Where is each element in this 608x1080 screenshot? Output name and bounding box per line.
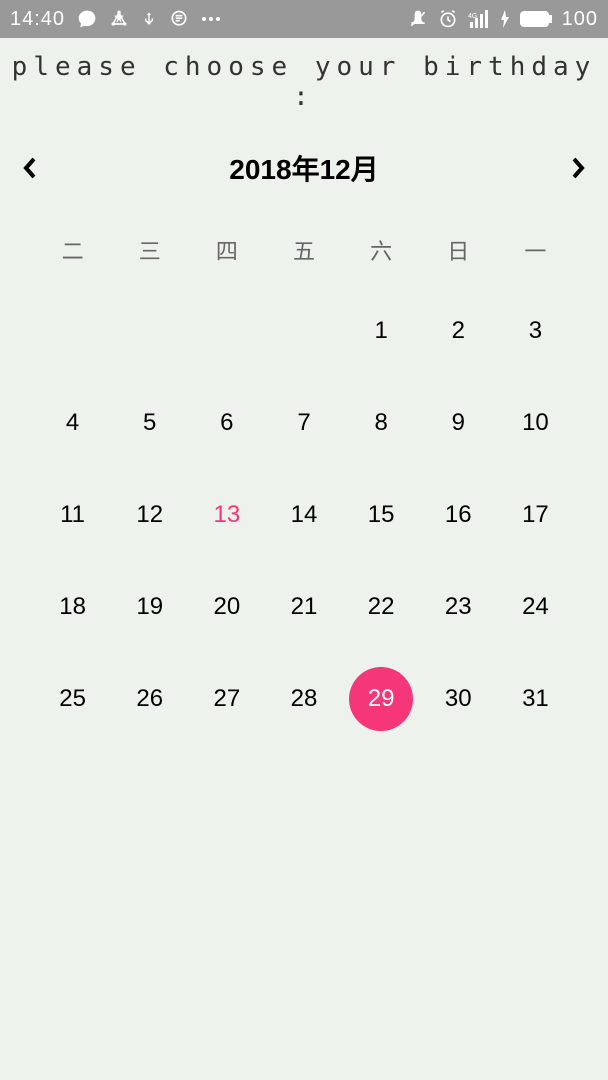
- day-cell[interactable]: 14: [265, 484, 342, 546]
- mute-icon: [408, 9, 428, 29]
- day-cell[interactable]: 10: [497, 392, 574, 454]
- more-icon: [201, 16, 221, 22]
- day-cell[interactable]: 16: [420, 484, 497, 546]
- day-empty: [34, 300, 111, 362]
- weekday-label: 五: [265, 234, 342, 266]
- day-cell[interactable]: 30: [420, 668, 497, 730]
- day-cell[interactable]: 2: [420, 300, 497, 362]
- day-cell[interactable]: 6: [188, 392, 265, 454]
- day-cell[interactable]: 11: [34, 484, 111, 546]
- day-cell[interactable]: 15: [343, 484, 420, 546]
- chevron-left-icon: [22, 156, 38, 180]
- chevron-right-icon: [570, 156, 586, 180]
- calendar-header: 2018年12月: [0, 130, 608, 234]
- battery-percentage: 100: [562, 8, 598, 31]
- day-cell[interactable]: 17: [497, 484, 574, 546]
- weekday-label: 三: [111, 234, 188, 266]
- day-cell[interactable]: 3: [497, 300, 574, 362]
- day-cell[interactable]: 25: [34, 668, 111, 730]
- day-cell[interactable]: 5: [111, 392, 188, 454]
- day-empty: [265, 300, 342, 362]
- weekday-label: 四: [188, 234, 265, 266]
- day-cell[interactable]: 4: [34, 392, 111, 454]
- signal-icon: 4G: [468, 10, 490, 28]
- day-cell[interactable]: 12: [111, 484, 188, 546]
- day-cell[interactable]: 20: [188, 576, 265, 638]
- day-cell[interactable]: 28: [265, 668, 342, 730]
- weekday-label: 日: [420, 234, 497, 266]
- day-cell[interactable]: 19: [111, 576, 188, 638]
- share-icon: [109, 9, 129, 29]
- status-right: 4G 100: [408, 8, 598, 31]
- weekday-label: 六: [343, 234, 420, 266]
- day-cell[interactable]: 13: [188, 484, 265, 546]
- day-cell[interactable]: 31: [497, 668, 574, 730]
- battery-icon: [520, 11, 552, 27]
- month-title: 2018年12月: [229, 148, 378, 188]
- weekday-label: 二: [34, 234, 111, 266]
- day-cell[interactable]: 27: [188, 668, 265, 730]
- weekday-label: 一: [497, 234, 574, 266]
- usb-icon: [141, 9, 157, 29]
- day-cell[interactable]: 29: [343, 668, 420, 730]
- day-cell[interactable]: 8: [343, 392, 420, 454]
- day-cell[interactable]: 22: [343, 576, 420, 638]
- day-cell[interactable]: 1: [343, 300, 420, 362]
- message-icon: [169, 9, 189, 29]
- day-cell[interactable]: 26: [111, 668, 188, 730]
- prev-month-button[interactable]: [18, 156, 42, 180]
- day-cell[interactable]: 24: [497, 576, 574, 638]
- prompt-text: please choose your birthday :: [0, 38, 608, 130]
- day-cell[interactable]: 21: [265, 576, 342, 638]
- status-left: 14:40: [10, 8, 221, 31]
- day-cell[interactable]: 18: [34, 576, 111, 638]
- day-cell[interactable]: 9: [420, 392, 497, 454]
- status-bar: 14:40 4G 100: [0, 0, 608, 38]
- status-time: 14:40: [10, 8, 65, 31]
- day-empty: [188, 300, 265, 362]
- day-empty: [111, 300, 188, 362]
- next-month-button[interactable]: [566, 156, 590, 180]
- day-cell[interactable]: 23: [420, 576, 497, 638]
- alarm-icon: [438, 9, 458, 29]
- charge-icon: [500, 10, 510, 28]
- weekday-row: 二 三 四 五 六 日 一: [0, 234, 608, 300]
- chat-icon: [77, 9, 97, 29]
- days-grid: 1234567891011121314151617181920212223242…: [0, 300, 608, 730]
- day-cell[interactable]: 7: [265, 392, 342, 454]
